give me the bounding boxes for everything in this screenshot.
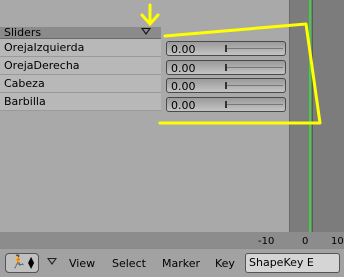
frame-divider xyxy=(312,0,313,232)
slider-track xyxy=(227,48,283,49)
shape-key-slider[interactable]: 0.00 xyxy=(166,78,286,93)
slider-track xyxy=(227,104,283,105)
shape-key-name: Barbilla xyxy=(4,95,46,108)
ruler-tick: 10 xyxy=(331,236,344,247)
shape-key-slider[interactable]: 0.00 xyxy=(166,60,286,75)
shape-key-name: OrejaIzquierda xyxy=(4,41,85,54)
menu-key[interactable]: Key xyxy=(215,257,235,270)
timeline-channel-area[interactable] xyxy=(289,0,344,232)
shape-key-name: OrejaDerecha xyxy=(4,59,80,72)
up-down-arrows-icon: ▲ ▼ xyxy=(28,255,35,270)
slider-value: 0.00 xyxy=(171,43,196,56)
shape-key-row[interactable]: OrejaDerecha xyxy=(0,57,161,75)
header-collapse-icon-inner xyxy=(49,259,55,263)
shape-key-name: Cabeza xyxy=(4,77,45,90)
editor-header: 🏃 ▲ ▼ View Select Marker Key ShapeKey E xyxy=(0,248,344,277)
editor-type-button[interactable]: 🏃 ▲ ▼ xyxy=(5,253,39,273)
sliders-panel-header[interactable]: Sliders xyxy=(0,26,161,39)
sliders-label: Sliders xyxy=(4,26,42,39)
menu-marker[interactable]: Marker xyxy=(162,257,200,270)
frame-ruler[interactable]: -10 0 10 xyxy=(0,232,344,248)
ruler-tick: -10 xyxy=(258,236,275,247)
ruler-tick: 0 xyxy=(302,236,309,247)
slider-track xyxy=(227,85,283,86)
action-editor-icon: 🏃 xyxy=(10,255,27,270)
slider-track xyxy=(227,67,283,68)
shape-key-row[interactable]: OrejaIzquierda xyxy=(0,39,161,57)
slider-value: 0.00 xyxy=(171,62,196,75)
shape-key-slider[interactable]: 0.00 xyxy=(166,97,286,112)
current-frame-indicator[interactable] xyxy=(309,0,311,232)
slider-value: 0.00 xyxy=(171,80,196,93)
slider-value: 0.00 xyxy=(171,99,196,112)
shape-key-row[interactable]: Cabeza xyxy=(0,75,161,93)
mode-select-label: ShapeKey E xyxy=(249,256,314,269)
shape-key-row[interactable]: Barbilla xyxy=(0,93,161,111)
menu-view[interactable]: View xyxy=(69,257,95,270)
menu-select[interactable]: Select xyxy=(112,257,146,270)
shape-key-slider[interactable]: 0.00 xyxy=(166,41,286,56)
mode-select[interactable]: ShapeKey E xyxy=(245,253,340,273)
triangle-down-icon-inner xyxy=(143,29,149,33)
